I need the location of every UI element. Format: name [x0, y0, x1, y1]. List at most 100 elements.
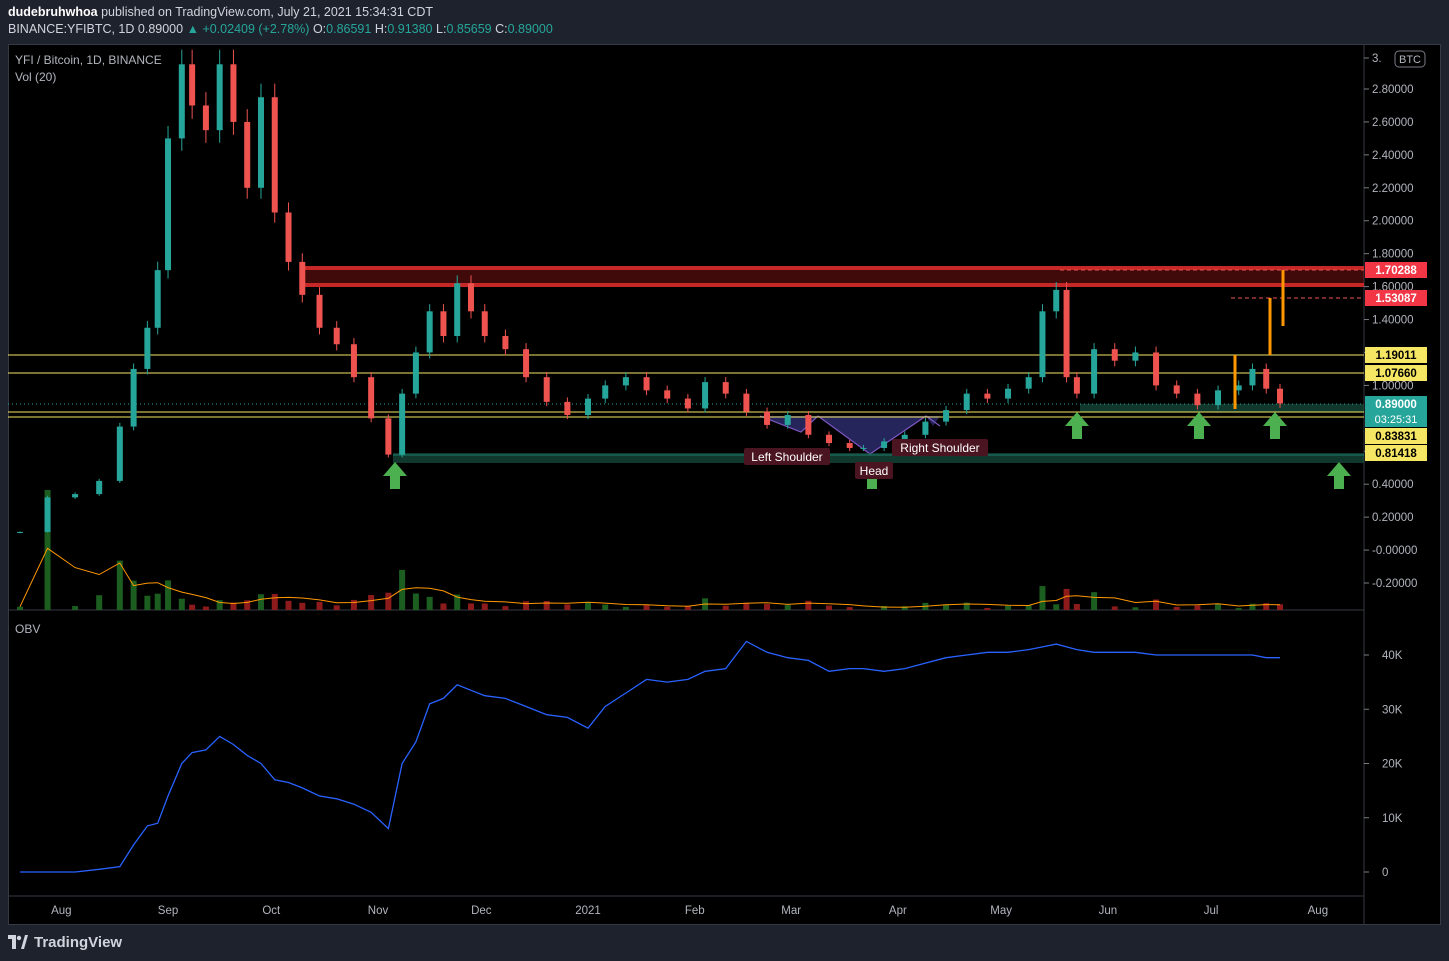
candle-body: [585, 398, 592, 416]
right-shoulder-label: Right Shoulder: [892, 439, 988, 456]
candle-body: [1215, 390, 1222, 406]
published-text: published on TradingView.com, July 21, 2…: [101, 5, 433, 19]
time-tick-label: Apr: [889, 905, 907, 917]
low-value: 0.85659: [446, 22, 492, 36]
candle-body: [943, 410, 950, 422]
candle-body: [743, 393, 750, 412]
obv-axis[interactable]: 40K 30K 20K 10K 0: [1364, 650, 1403, 879]
legend-obv: OBV: [15, 622, 40, 636]
candle-body: [1073, 377, 1080, 394]
time-tick-label: Jun: [1099, 905, 1118, 917]
candle-body: [881, 441, 888, 448]
candle-body: [72, 494, 79, 498]
price-tick-label: -0.00000: [1372, 545, 1417, 557]
candle-body: [684, 398, 691, 409]
price-tick-label: 1.00000: [1372, 380, 1414, 392]
candle-body: [154, 270, 161, 328]
candle-body: [230, 64, 237, 122]
volume-bar: [784, 605, 791, 610]
up-triangle-icon: ▲: [186, 22, 199, 36]
candle-body: [1277, 388, 1283, 404]
candle-body: [1063, 289, 1070, 378]
price-tick-label: 3.: [1372, 53, 1382, 65]
price-tick-label: 2.00000: [1372, 216, 1414, 228]
volume-bar: [116, 560, 123, 610]
price-axis[interactable]: 3. 2.80000 2.60000 2.40000 2.20000 2.00000 1.8…: [1364, 53, 1417, 590]
volume-bar: [543, 601, 550, 610]
candle-body: [96, 480, 103, 495]
volume-bar: [426, 596, 433, 610]
volume-bar: [1053, 604, 1060, 610]
candle-body: [846, 443, 853, 448]
time-axis[interactable]: Aug Sep Oct Nov Dec 2021 Feb Mar Apr May Jun Jul Aug: [51, 905, 1328, 917]
candle-body: [963, 393, 970, 411]
time-tick-label: Sep: [158, 905, 178, 917]
low-label: L:: [436, 22, 447, 36]
volume-bar: [189, 604, 196, 610]
volume-bar: [643, 605, 650, 610]
level-label-text: 0.81418: [1375, 448, 1417, 460]
tradingview-brand: TradingView: [34, 933, 123, 951]
candle-body: [481, 311, 488, 336]
recent-support-zone: [1080, 404, 1364, 412]
volume-bar: [350, 599, 357, 610]
volume-bar: [72, 606, 79, 610]
volume-bar: [202, 606, 209, 610]
candle-body: [1249, 368, 1256, 386]
candle-body: [1153, 352, 1160, 386]
candle-body: [467, 283, 474, 312]
author-name[interactable]: dudebruhwhoa: [8, 5, 98, 19]
candle-body: [1053, 289, 1060, 312]
obv-tick-label: 20K: [1382, 759, 1403, 771]
volume-bar: [846, 607, 853, 610]
close-label: C:: [495, 22, 508, 36]
volume-bar: [1194, 605, 1201, 610]
volume-bar: [165, 580, 172, 610]
candle-body: [984, 393, 991, 399]
tradingview-logo[interactable]: TradingView: [8, 932, 122, 952]
high-label: H:: [374, 22, 388, 36]
candle-body: [244, 121, 251, 188]
candle-body: [1235, 385, 1242, 391]
volume-bar: [602, 604, 609, 610]
candle-body: [285, 212, 292, 262]
candle-body: [144, 327, 151, 369]
head-text: Head: [860, 464, 889, 478]
candle-body: [664, 390, 671, 399]
candle-body: [257, 97, 264, 188]
volume-bar: [299, 602, 306, 610]
time-tick-label: Oct: [262, 905, 281, 917]
candle-body: [17, 531, 23, 533]
up-arrow-icon: [1327, 462, 1351, 489]
candle-body: [564, 401, 571, 416]
volume-bar: [1215, 603, 1222, 610]
candle-body: [1173, 385, 1180, 394]
candle-body: [602, 385, 609, 399]
obv-line: [20, 640, 1280, 873]
volume-bar: [144, 595, 151, 610]
candle-body: [426, 311, 433, 353]
time-tick-label: May: [990, 905, 1012, 917]
candle-body: [523, 349, 530, 378]
countdown-text: 03:25:31: [1375, 414, 1418, 426]
ohlc-line: BINANCE:YFIBTC, 1D 0.89000 ▲ +0.02409 (+…: [8, 21, 1408, 38]
price-change: +0.02409 (+2.78%): [202, 22, 310, 36]
volume-bar: [1005, 605, 1012, 610]
open-value: 0.86591: [326, 22, 372, 36]
volume-bar: [412, 593, 419, 610]
volume-bar: [622, 606, 629, 610]
volume-bar: [333, 605, 340, 610]
chart-canvas[interactable]: Left Shoulder Head Right Shoulder YFI / …: [8, 44, 1441, 925]
volume-bar: [481, 603, 488, 610]
candle-body: [784, 415, 791, 425]
up-arrow-icon: [1065, 412, 1089, 439]
candle-body: [440, 311, 447, 336]
candle-body: [350, 344, 357, 378]
volume-bar: [826, 605, 833, 610]
volume-bar: [385, 592, 392, 610]
volume-bar: [722, 605, 729, 610]
volume-bar: [440, 603, 447, 610]
up-arrow-icon: [1187, 412, 1211, 439]
candle-body: [412, 352, 419, 394]
symbol-label: BINANCE:YFIBTC, 1D: [8, 22, 135, 36]
